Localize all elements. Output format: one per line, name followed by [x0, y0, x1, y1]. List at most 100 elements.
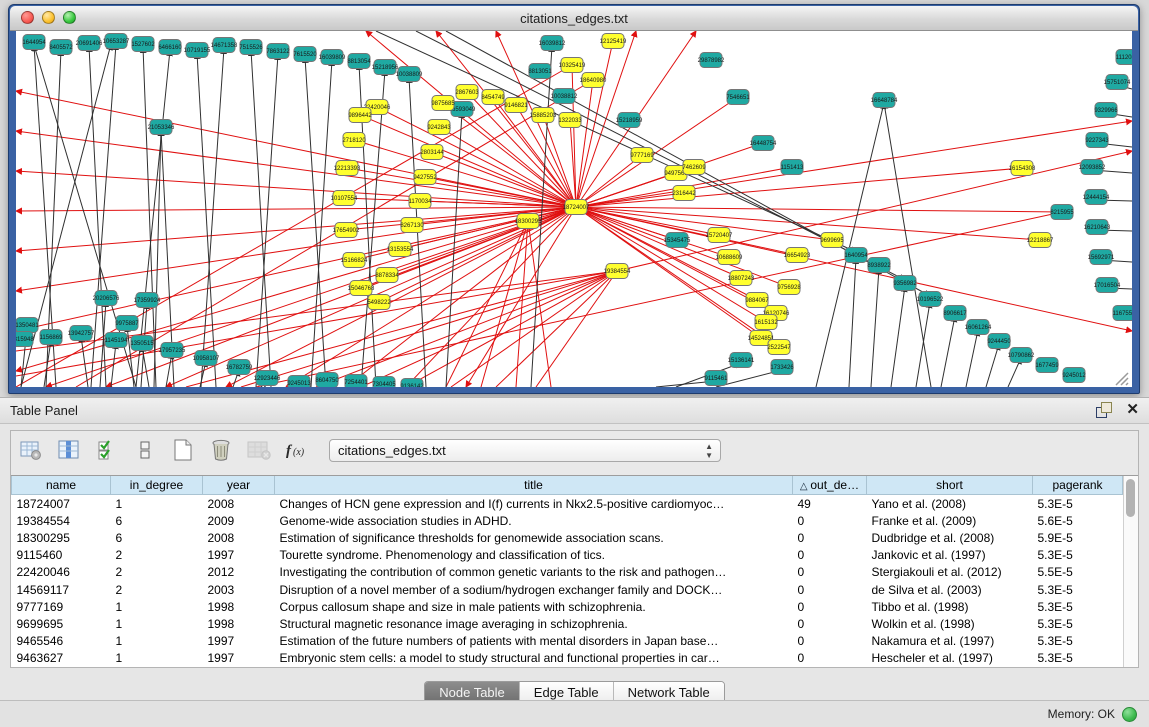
cell-pagerank[interactable]: 5.3E-5 [1033, 633, 1123, 650]
cell-short[interactable]: Hescheler et al. (1997) [867, 650, 1033, 667]
cell-year[interactable]: 1998 [203, 615, 275, 632]
cell-year[interactable]: 1997 [203, 633, 275, 650]
network-node[interactable]: 12125419 [600, 34, 627, 49]
network-node[interactable]: 2867603 [455, 85, 479, 100]
network-node[interactable]: 15692971 [1088, 250, 1115, 265]
network-node[interactable]: 7254401 [344, 375, 368, 388]
network-node[interactable]: 10719155 [184, 43, 211, 58]
cell-short[interactable]: de Silva et al. (2003) [867, 581, 1033, 598]
cell-out_de[interactable]: 0 [793, 615, 867, 632]
network-node[interactable]: 7615520 [293, 47, 317, 62]
network-node[interactable]: 12218867 [1027, 233, 1054, 248]
zoom-window-button[interactable] [63, 11, 76, 24]
cell-title[interactable]: Disruption of a novel member of a sodium… [275, 581, 793, 598]
cell-name[interactable]: 18300295 [12, 529, 111, 546]
network-node[interactable]: 20691406 [76, 36, 103, 51]
network-node[interactable]: 18724007 [563, 200, 590, 215]
cell-title[interactable]: Corpus callosum shape and size in male p… [275, 598, 793, 615]
cell-in_degree[interactable]: 6 [111, 529, 203, 546]
network-node[interactable]: 1527602 [131, 37, 155, 52]
network-node[interactable]: 8813054 [347, 54, 371, 69]
network-node[interactable]: 9356982 [893, 276, 917, 291]
network-node[interactable]: 9777169 [630, 148, 654, 163]
cell-out_de[interactable]: 0 [793, 529, 867, 546]
network-node[interactable]: 9146821 [504, 98, 528, 113]
close-panel-icon[interactable]: ✕ [1126, 402, 1139, 418]
table-row[interactable]: 911546021997Tourette syndrome. Phenomeno… [12, 547, 1123, 564]
cell-year[interactable]: 2012 [203, 564, 275, 581]
network-node[interactable]: 15720407 [706, 228, 733, 243]
network-node[interactable]: 1156869 [40, 330, 64, 345]
cell-out_de[interactable]: 49 [793, 495, 867, 513]
network-node[interactable]: 9975887 [115, 316, 139, 331]
column-header-pagerank[interactable]: pagerank [1033, 476, 1123, 495]
function-builder-icon[interactable]: f(x) [285, 438, 309, 462]
network-node[interactable]: 1350481 [16, 318, 39, 333]
table-vertical-scrollbar[interactable] [1123, 476, 1138, 667]
network-node[interactable]: 8878334 [375, 268, 399, 283]
cell-year[interactable]: 2009 [203, 512, 275, 529]
network-node[interactable]: 1167550 [1113, 306, 1132, 321]
cell-name[interactable]: 18724007 [12, 495, 111, 513]
table-row[interactable]: 946554611997Estimation of the future num… [12, 633, 1123, 650]
table-row[interactable]: 946362711997Embryonic stem cells: a mode… [12, 650, 1123, 667]
network-node[interactable]: 9427552 [413, 170, 437, 185]
network-node[interactable]: 2522547 [767, 340, 791, 355]
network-node[interactable]: 17016504 [1094, 278, 1121, 293]
table-row[interactable]: 977716911998Corpus callosum shape and si… [12, 598, 1123, 615]
cell-pagerank[interactable]: 5.3E-5 [1033, 547, 1123, 564]
cell-name[interactable]: 9699695 [12, 615, 111, 632]
network-node[interactable]: 17957235 [159, 343, 186, 358]
network-node[interactable]: 9244450 [987, 334, 1011, 349]
network-node[interactable]: 7515526 [239, 40, 263, 55]
network-node[interactable]: 7462609 [682, 160, 706, 175]
cell-pagerank[interactable]: 5.3E-5 [1033, 650, 1123, 667]
network-node[interactable]: 19384554 [604, 264, 631, 279]
network-node[interactable]: 1644954 [22, 35, 46, 50]
cell-short[interactable]: Nakamura et al. (1997) [867, 633, 1033, 650]
cell-in_degree[interactable]: 1 [111, 633, 203, 650]
cell-year[interactable]: 1997 [203, 650, 275, 667]
cell-pagerank[interactable]: 5.9E-5 [1033, 529, 1123, 546]
network-node[interactable]: 1322033 [558, 113, 582, 128]
cell-title[interactable]: Embryonic stem cells: a model to study s… [275, 650, 793, 667]
network-node[interactable]: 12923446 [254, 371, 281, 386]
network-node[interactable]: 7546651 [726, 90, 750, 105]
cell-title[interactable]: Genome-wide association studies in ADHD. [275, 512, 793, 529]
cell-title[interactable]: Estimation of the future numbers of pati… [275, 633, 793, 650]
column-header-out_de[interactable]: △ out_de… [793, 476, 867, 495]
network-node[interactable]: 16039809 [319, 50, 346, 65]
cell-in_degree[interactable]: 2 [111, 581, 203, 598]
network-node[interactable]: 16154308 [1009, 161, 1036, 176]
network-node[interactable]: 17359924 [134, 293, 161, 308]
network-node[interactable]: 18807243 [728, 271, 755, 286]
network-node[interactable]: 1145194 [105, 333, 129, 348]
cell-name[interactable]: 14569117 [12, 581, 111, 598]
cell-name[interactable]: 9465546 [12, 633, 111, 650]
network-graph[interactable]: 1644954840557220691406106532871527602646… [16, 31, 1132, 387]
network-node[interactable]: 12444154 [1083, 190, 1110, 205]
network-node[interactable]: 10688609 [716, 250, 743, 265]
network-node[interactable]: 13153554 [387, 242, 414, 257]
column-header-name[interactable]: name [12, 476, 111, 495]
network-node[interactable]: 1640954 [844, 248, 868, 263]
cell-year[interactable]: 1997 [203, 547, 275, 564]
network-node[interactable]: 8604750 [315, 373, 339, 388]
cell-pagerank[interactable]: 5.3E-5 [1033, 495, 1123, 513]
network-node[interactable]: 7304405 [372, 377, 396, 388]
scrollbar-thumb[interactable] [1126, 479, 1135, 517]
table-row[interactable]: 2242004622012Investigating the contribut… [12, 564, 1123, 581]
network-node[interactable]: 15136141 [728, 353, 755, 368]
cell-year[interactable]: 2008 [203, 495, 275, 513]
network-node[interactable]: 2316442 [672, 186, 696, 201]
column-header-year[interactable]: year [203, 476, 275, 495]
cell-title[interactable]: Estimation of significance thresholds fo… [275, 529, 793, 546]
table-selector-dropdown[interactable]: citations_edges.txt ▲▼ [329, 439, 721, 462]
table-row[interactable]: 1872400712008Changes of HCN gene express… [12, 495, 1123, 513]
column-header-short[interactable]: short [867, 476, 1033, 495]
table-options-icon[interactable] [19, 438, 43, 462]
network-node[interactable]: 2803144 [420, 145, 444, 160]
cell-name[interactable]: 9777169 [12, 598, 111, 615]
table-row[interactable]: 1830029562008Estimation of significance … [12, 529, 1123, 546]
cell-short[interactable]: Wolkin et al. (1998) [867, 615, 1033, 632]
